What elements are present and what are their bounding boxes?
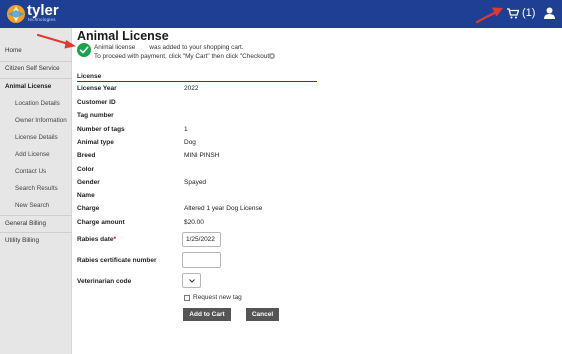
sidebar-item-location-details[interactable]: Location Details [0,95,72,113]
sidebar-item-home[interactable]: Home [0,42,72,60]
license-year-label: License Year [77,85,117,92]
sidebar-item-utility-billing[interactable]: Utility Billing [0,232,72,250]
rabies-certificate-label: Rabies certificate number [77,257,157,264]
added-message-text: was added to your shopping cart. [149,44,244,51]
license-year-value: 2022 [184,85,199,92]
top-bar: tyler technologies (1) [0,0,562,28]
charge-amount-value: $20.00 [184,219,204,226]
required-marker: * [113,236,117,243]
section-title: License [77,73,102,80]
request-new-tag-label[interactable]: Request new tag [193,294,242,301]
cart-icon [507,7,519,18]
veterinarian-code-label: Veterinarian code [77,278,132,285]
checkout-instruction: To proceed with payment, click "My Cart"… [94,53,274,60]
sidebar-item-new-search[interactable]: New Search [0,197,72,215]
sidebar-item-add-license[interactable]: Add License [0,146,72,164]
tyler-logo-mark-icon [7,5,25,23]
sidebar-item-contact-us[interactable]: Contact Us [0,163,72,181]
success-message: Animal license was added to your shoppin… [94,44,244,51]
rabies-date-input[interactable]: 1/25/2022 [182,232,221,247]
veterinarian-code-select[interactable] [182,273,201,288]
rabies-date-label-text: Rabies date [77,236,114,243]
tag-number-label: Tag number [77,112,114,119]
sidebar-item-license-details[interactable]: License Details [0,129,72,147]
breed-value: MINI PINSH [184,152,220,159]
chevron-down-icon [189,279,195,283]
gender-label: Gender [77,179,100,186]
color-label: Color [77,166,94,173]
added-item-name: Animal license [94,44,136,51]
sidebar: Home Citizen Self Service Animal License… [0,28,72,354]
cart-button[interactable]: (1) [507,7,535,19]
cart-count: (1) [522,7,536,19]
cancel-button[interactable]: Cancel [246,308,279,321]
user-icon[interactable] [544,7,555,19]
add-to-cart-button[interactable]: Add to Cart [183,308,231,321]
page-title: Animal License [77,29,169,43]
sidebar-item-search-results[interactable]: Search Results [0,180,72,198]
sidebar-item-citizen-self-service[interactable]: Citizen Self Service [0,60,72,78]
charge-value: Altered 1 year Dog License [184,205,263,212]
brand-tagline: technologies [28,17,56,22]
animal-type-value: Dog [184,139,196,146]
charge-amount-label: Charge amount [77,219,125,226]
gender-value: Spayed [184,179,207,186]
tyler-logo[interactable]: tyler technologies [6,2,66,25]
request-new-tag-checkbox[interactable] [184,295,190,301]
success-check-icon [77,43,91,57]
rabies-date-label: Rabies date* [77,236,116,243]
customer-id-label: Customer ID [77,99,116,106]
animal-name-label: Name [77,192,95,199]
breed-label: Breed [77,152,96,159]
charge-label: Charge [77,205,100,212]
section-divider [77,80,317,82]
sidebar-item-owner-information[interactable]: Owner Information [0,112,72,130]
sidebar-item-general-billing[interactable]: General Billing [0,215,72,233]
dismiss-message-icon[interactable] [269,53,275,59]
animal-type-label: Animal type [77,139,114,146]
number-of-tags-value: 1 [184,126,188,133]
number-of-tags-label: Number of tags [77,126,125,133]
rabies-certificate-input[interactable] [182,252,221,268]
sidebar-item-animal-license[interactable]: Animal License [0,78,72,96]
